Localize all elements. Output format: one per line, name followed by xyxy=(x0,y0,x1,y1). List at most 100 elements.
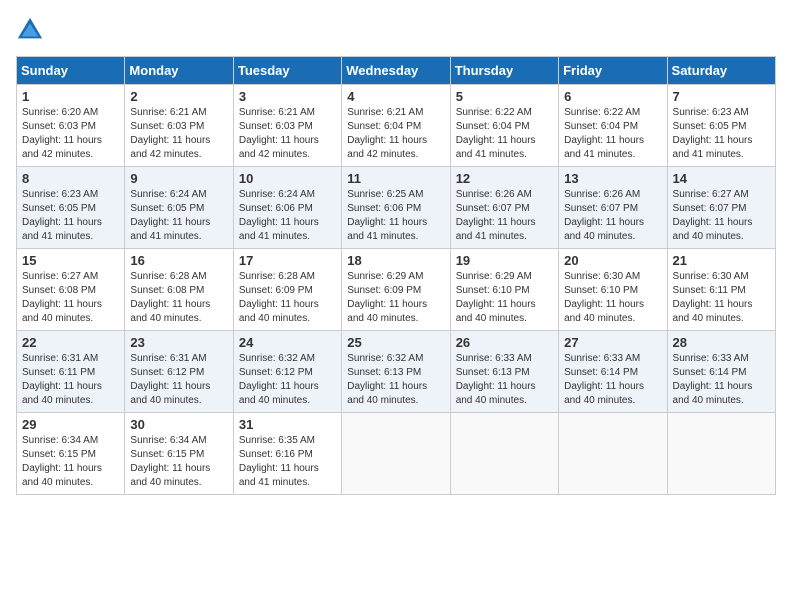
calendar-day-cell: 3 Sunrise: 6:21 AMSunset: 6:03 PMDayligh… xyxy=(233,85,341,167)
day-number: 18 xyxy=(347,253,444,268)
calendar-day-cell: 16 Sunrise: 6:28 AMSunset: 6:08 PMDaylig… xyxy=(125,249,233,331)
day-info: Sunrise: 6:31 AMSunset: 6:11 PMDaylight:… xyxy=(22,353,102,406)
day-info: Sunrise: 6:34 AMSunset: 6:15 PMDaylight:… xyxy=(22,435,102,488)
day-number: 12 xyxy=(456,171,553,186)
calendar-header-row: SundayMondayTuesdayWednesdayThursdayFrid… xyxy=(17,57,776,85)
calendar-day-cell: 10 Sunrise: 6:24 AMSunset: 6:06 PMDaylig… xyxy=(233,167,341,249)
day-number: 24 xyxy=(239,335,336,350)
day-info: Sunrise: 6:30 AMSunset: 6:10 PMDaylight:… xyxy=(564,271,644,324)
calendar-day-cell: 11 Sunrise: 6:25 AMSunset: 6:06 PMDaylig… xyxy=(342,167,450,249)
day-info: Sunrise: 6:35 AMSunset: 6:16 PMDaylight:… xyxy=(239,435,319,488)
logo xyxy=(16,16,48,44)
day-info: Sunrise: 6:29 AMSunset: 6:10 PMDaylight:… xyxy=(456,271,536,324)
day-info: Sunrise: 6:26 AMSunset: 6:07 PMDaylight:… xyxy=(456,189,536,242)
calendar-day-cell: 17 Sunrise: 6:28 AMSunset: 6:09 PMDaylig… xyxy=(233,249,341,331)
day-info: Sunrise: 6:21 AMSunset: 6:03 PMDaylight:… xyxy=(130,107,210,160)
calendar-table: SundayMondayTuesdayWednesdayThursdayFrid… xyxy=(16,56,776,495)
day-number: 22 xyxy=(22,335,119,350)
day-info: Sunrise: 6:23 AMSunset: 6:05 PMDaylight:… xyxy=(22,189,102,242)
day-info: Sunrise: 6:28 AMSunset: 6:08 PMDaylight:… xyxy=(130,271,210,324)
day-info: Sunrise: 6:20 AMSunset: 6:03 PMDaylight:… xyxy=(22,107,102,160)
day-number: 19 xyxy=(456,253,553,268)
calendar-day-cell: 22 Sunrise: 6:31 AMSunset: 6:11 PMDaylig… xyxy=(17,331,125,413)
calendar-day-cell: 18 Sunrise: 6:29 AMSunset: 6:09 PMDaylig… xyxy=(342,249,450,331)
calendar-day-cell: 8 Sunrise: 6:23 AMSunset: 6:05 PMDayligh… xyxy=(17,167,125,249)
day-of-week-header: Friday xyxy=(559,57,667,85)
day-number: 17 xyxy=(239,253,336,268)
calendar-day-cell: 20 Sunrise: 6:30 AMSunset: 6:10 PMDaylig… xyxy=(559,249,667,331)
day-number: 2 xyxy=(130,89,227,104)
day-number: 25 xyxy=(347,335,444,350)
day-of-week-header: Monday xyxy=(125,57,233,85)
day-number: 26 xyxy=(456,335,553,350)
calendar-day-cell: 13 Sunrise: 6:26 AMSunset: 6:07 PMDaylig… xyxy=(559,167,667,249)
day-number: 9 xyxy=(130,171,227,186)
calendar-day-cell xyxy=(450,413,558,495)
day-number: 6 xyxy=(564,89,661,104)
day-number: 11 xyxy=(347,171,444,186)
calendar-day-cell xyxy=(559,413,667,495)
calendar-day-cell: 27 Sunrise: 6:33 AMSunset: 6:14 PMDaylig… xyxy=(559,331,667,413)
calendar-week-row: 1 Sunrise: 6:20 AMSunset: 6:03 PMDayligh… xyxy=(17,85,776,167)
day-info: Sunrise: 6:27 AMSunset: 6:08 PMDaylight:… xyxy=(22,271,102,324)
day-info: Sunrise: 6:24 AMSunset: 6:05 PMDaylight:… xyxy=(130,189,210,242)
day-of-week-header: Saturday xyxy=(667,57,775,85)
day-number: 5 xyxy=(456,89,553,104)
day-of-week-header: Wednesday xyxy=(342,57,450,85)
day-info: Sunrise: 6:28 AMSunset: 6:09 PMDaylight:… xyxy=(239,271,319,324)
calendar-day-cell: 15 Sunrise: 6:27 AMSunset: 6:08 PMDaylig… xyxy=(17,249,125,331)
calendar-day-cell: 19 Sunrise: 6:29 AMSunset: 6:10 PMDaylig… xyxy=(450,249,558,331)
day-number: 8 xyxy=(22,171,119,186)
calendar-day-cell: 28 Sunrise: 6:33 AMSunset: 6:14 PMDaylig… xyxy=(667,331,775,413)
calendar-day-cell: 7 Sunrise: 6:23 AMSunset: 6:05 PMDayligh… xyxy=(667,85,775,167)
day-info: Sunrise: 6:26 AMSunset: 6:07 PMDaylight:… xyxy=(564,189,644,242)
calendar-day-cell: 5 Sunrise: 6:22 AMSunset: 6:04 PMDayligh… xyxy=(450,85,558,167)
day-number: 7 xyxy=(673,89,770,104)
calendar-day-cell: 30 Sunrise: 6:34 AMSunset: 6:15 PMDaylig… xyxy=(125,413,233,495)
day-number: 21 xyxy=(673,253,770,268)
day-number: 28 xyxy=(673,335,770,350)
day-number: 15 xyxy=(22,253,119,268)
day-info: Sunrise: 6:21 AMSunset: 6:04 PMDaylight:… xyxy=(347,107,427,160)
day-info: Sunrise: 6:32 AMSunset: 6:12 PMDaylight:… xyxy=(239,353,319,406)
day-info: Sunrise: 6:22 AMSunset: 6:04 PMDaylight:… xyxy=(564,107,644,160)
day-number: 13 xyxy=(564,171,661,186)
day-info: Sunrise: 6:31 AMSunset: 6:12 PMDaylight:… xyxy=(130,353,210,406)
day-number: 10 xyxy=(239,171,336,186)
calendar-day-cell: 23 Sunrise: 6:31 AMSunset: 6:12 PMDaylig… xyxy=(125,331,233,413)
calendar-week-row: 15 Sunrise: 6:27 AMSunset: 6:08 PMDaylig… xyxy=(17,249,776,331)
day-number: 1 xyxy=(22,89,119,104)
calendar-day-cell: 26 Sunrise: 6:33 AMSunset: 6:13 PMDaylig… xyxy=(450,331,558,413)
calendar-day-cell: 12 Sunrise: 6:26 AMSunset: 6:07 PMDaylig… xyxy=(450,167,558,249)
calendar-week-row: 8 Sunrise: 6:23 AMSunset: 6:05 PMDayligh… xyxy=(17,167,776,249)
day-info: Sunrise: 6:33 AMSunset: 6:14 PMDaylight:… xyxy=(564,353,644,406)
calendar-week-row: 29 Sunrise: 6:34 AMSunset: 6:15 PMDaylig… xyxy=(17,413,776,495)
day-number: 23 xyxy=(130,335,227,350)
page-header xyxy=(16,16,776,44)
day-info: Sunrise: 6:21 AMSunset: 6:03 PMDaylight:… xyxy=(239,107,319,160)
day-number: 30 xyxy=(130,417,227,432)
calendar-day-cell: 24 Sunrise: 6:32 AMSunset: 6:12 PMDaylig… xyxy=(233,331,341,413)
calendar-day-cell: 25 Sunrise: 6:32 AMSunset: 6:13 PMDaylig… xyxy=(342,331,450,413)
calendar-day-cell xyxy=(667,413,775,495)
day-number: 20 xyxy=(564,253,661,268)
day-number: 4 xyxy=(347,89,444,104)
day-info: Sunrise: 6:33 AMSunset: 6:13 PMDaylight:… xyxy=(456,353,536,406)
day-info: Sunrise: 6:33 AMSunset: 6:14 PMDaylight:… xyxy=(673,353,753,406)
calendar-day-cell: 6 Sunrise: 6:22 AMSunset: 6:04 PMDayligh… xyxy=(559,85,667,167)
day-info: Sunrise: 6:24 AMSunset: 6:06 PMDaylight:… xyxy=(239,189,319,242)
day-number: 16 xyxy=(130,253,227,268)
calendar-day-cell: 31 Sunrise: 6:35 AMSunset: 6:16 PMDaylig… xyxy=(233,413,341,495)
day-number: 14 xyxy=(673,171,770,186)
day-of-week-header: Sunday xyxy=(17,57,125,85)
day-info: Sunrise: 6:30 AMSunset: 6:11 PMDaylight:… xyxy=(673,271,753,324)
day-info: Sunrise: 6:22 AMSunset: 6:04 PMDaylight:… xyxy=(456,107,536,160)
day-number: 31 xyxy=(239,417,336,432)
day-info: Sunrise: 6:34 AMSunset: 6:15 PMDaylight:… xyxy=(130,435,210,488)
day-info: Sunrise: 6:23 AMSunset: 6:05 PMDaylight:… xyxy=(673,107,753,160)
calendar-day-cell: 29 Sunrise: 6:34 AMSunset: 6:15 PMDaylig… xyxy=(17,413,125,495)
day-info: Sunrise: 6:27 AMSunset: 6:07 PMDaylight:… xyxy=(673,189,753,242)
day-of-week-header: Thursday xyxy=(450,57,558,85)
day-number: 3 xyxy=(239,89,336,104)
calendar-day-cell: 14 Sunrise: 6:27 AMSunset: 6:07 PMDaylig… xyxy=(667,167,775,249)
